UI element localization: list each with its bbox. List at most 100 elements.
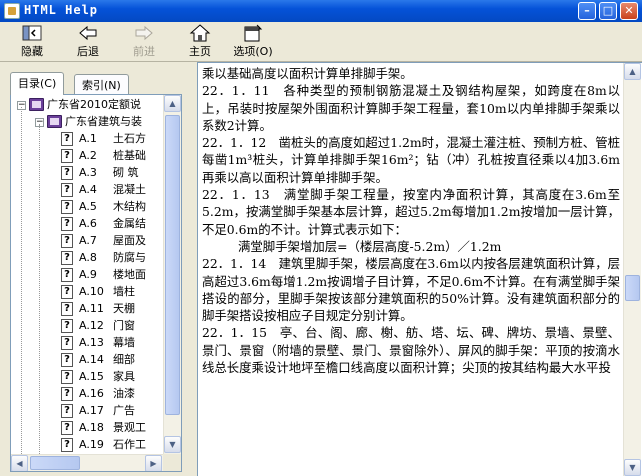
help-window: HTML Help – □ ✕ 隐藏 后退 前进 主页 选项(O) 目录(C) … — [0, 0, 642, 476]
tree-item-name: 砌 筑 — [113, 166, 139, 179]
options-icon — [242, 24, 264, 42]
toolbar: 隐藏 后退 前进 主页 选项(O) — [0, 22, 642, 62]
topic-paragraph: 22．1．13 满堂脚手架工程量，按室内净面积计算，其高度在3.6m至5.2m，… — [202, 187, 620, 237]
home-label: 主页 — [189, 45, 211, 58]
tree-item-name: 木结构 — [113, 200, 146, 213]
tree-item-code: A.17 — [79, 404, 104, 417]
tree-item-code: A.10 — [79, 285, 104, 298]
scroll-left-button[interactable]: ◀ — [11, 455, 28, 471]
tree-item-code: A.13 — [79, 336, 104, 349]
help-page-icon: ? — [61, 268, 73, 282]
topic-paragraph: 乘以基础高度以面积计算单排脚手架。 — [202, 66, 413, 81]
book-icon — [47, 115, 62, 128]
tree-item-name: 土石方 — [113, 132, 146, 145]
hide-pane-icon — [21, 24, 43, 42]
tree-item-code: A.2 — [79, 149, 97, 162]
tree-item-code: A.8 — [79, 251, 97, 264]
content-vertical-scrollbar[interactable]: ▲ ▼ — [623, 63, 641, 476]
content-scroll-thumb[interactable] — [625, 275, 640, 301]
tree-item-name: 细部 — [113, 353, 135, 366]
help-page-icon: ? — [61, 438, 73, 452]
help-page-icon: ? — [61, 285, 73, 299]
tree-item-name: 墙柱 — [113, 285, 135, 298]
hide-button[interactable]: 隐藏 — [12, 24, 52, 60]
maximize-button[interactable]: □ — [599, 2, 617, 20]
book-icon — [29, 98, 44, 111]
tree-item-code: A.16 — [79, 387, 104, 400]
content-scroll-up-button[interactable]: ▲ — [624, 63, 641, 80]
help-page-icon: ? — [61, 370, 73, 384]
tree-item-name: 门窗 — [113, 319, 135, 332]
tree-item-code: A.3 — [79, 166, 97, 179]
tab-index[interactable]: 索引(N) — [74, 74, 129, 94]
tree-guide-line — [21, 107, 22, 454]
help-page-icon: ? — [61, 404, 73, 418]
tree-item-code: A.5 — [79, 200, 97, 213]
tree-guide-line — [39, 124, 40, 454]
tree-item-name: 景观工 — [113, 421, 146, 434]
title-bar[interactable]: HTML Help – □ ✕ — [0, 0, 642, 22]
tree-item-code: A.14 — [79, 353, 104, 366]
options-label: 选项(O) — [233, 45, 273, 58]
help-page-icon: ? — [61, 251, 73, 265]
hide-label: 隐藏 — [21, 45, 43, 58]
tree-item-code: A.9 — [79, 268, 97, 281]
minimize-button[interactable]: – — [578, 2, 596, 20]
tree-horizontal-scrollbar[interactable]: ◀ ▶ — [11, 454, 163, 471]
tree-item-name: 屋面及 — [113, 234, 146, 247]
help-page-icon: ? — [61, 200, 73, 214]
topic-pane: 乘以基础高度以面积计算单排脚手架。 22．1．11 各种类型的预制钢筋混凝土及钢结… — [197, 62, 642, 476]
tree-item-code: A.7 — [79, 234, 97, 247]
tree-item-code: A.15 — [79, 370, 104, 383]
content-scroll-down-button[interactable]: ▼ — [624, 459, 641, 476]
help-page-icon: ? — [61, 166, 73, 180]
scroll-right-button[interactable]: ▶ — [145, 455, 162, 471]
help-page-icon: ? — [61, 234, 73, 248]
tree-item-name: 防腐与 — [113, 251, 146, 264]
window-title: HTML Help — [24, 3, 99, 17]
tree-item-code: A.18 — [79, 421, 104, 434]
help-page-icon: ? — [61, 302, 73, 316]
scroll-up-button[interactable]: ▲ — [164, 95, 181, 112]
back-button[interactable]: 后退 — [68, 24, 108, 60]
help-page-icon: ? — [61, 421, 73, 435]
contents-tree: − 广东省2010定额说 − 广东省建筑与装? A.1 土石方? A.2 桩基础? A.3 砌 筑… — [11, 95, 163, 454]
forward-label: 前进 — [133, 45, 155, 58]
tree-item-name: 广告 — [113, 404, 135, 417]
tree-node-label: 广东省2010定额说 — [47, 98, 141, 111]
help-page-icon: ? — [61, 217, 73, 231]
topic-paragraph: 22．1．11 各种类型的预制钢筋混凝土及钢结构屋架，如跨度在8m以上，吊装时按… — [202, 83, 620, 133]
scroll-thumb[interactable] — [165, 115, 180, 415]
tree-item-code: A.6 — [79, 217, 97, 230]
tree-item-name: 幕墙 — [113, 336, 135, 349]
topic-content: 乘以基础高度以面积计算单排脚手架。 22．1．11 各种类型的预制钢筋混凝土及钢结… — [202, 65, 620, 475]
back-arrow-icon — [77, 24, 99, 42]
help-app-icon — [4, 3, 20, 19]
tree-item-name: 桩基础 — [113, 149, 146, 162]
tree-item-name: 金属结 — [113, 217, 146, 230]
tree-item-name: 石作工 — [113, 438, 146, 451]
options-button[interactable]: 选项(O) — [230, 24, 276, 60]
help-page-icon: ? — [61, 149, 73, 163]
tab-contents[interactable]: 目录(C) — [10, 72, 65, 95]
tree-item-name: 天棚 — [113, 302, 135, 315]
tree-item-name: 楼地面 — [113, 268, 146, 281]
contents-tree-panel: − 广东省2010定额说 − 广东省建筑与装? A.1 土石方? A.2 桩基础? A.3 砌 筑… — [10, 94, 182, 472]
tree-item-code: A.11 — [79, 302, 104, 315]
help-page-icon: ? — [61, 336, 73, 350]
close-button[interactable]: ✕ — [620, 2, 638, 20]
formula-line: 满堂脚手架增加层=（楼层高度-5.2m）／1.2m — [238, 238, 502, 254]
tree-vertical-scrollbar[interactable]: ▲ ▼ — [163, 95, 181, 454]
tree-item-code: A.19 — [79, 438, 104, 451]
horizontal-scroll-thumb[interactable] — [30, 456, 80, 470]
forward-arrow-icon — [133, 24, 155, 42]
help-page-icon: ? — [61, 132, 73, 146]
help-page-icon: ? — [61, 387, 73, 401]
scroll-down-button[interactable]: ▼ — [164, 436, 181, 453]
home-button[interactable]: 主页 — [180, 24, 220, 60]
help-page-icon: ? — [61, 353, 73, 367]
scroll-corner — [163, 454, 181, 471]
topic-paragraph: 22．1．12 凿桩头的高度如超过1.2m时，混凝土灌注桩、预制方桩、管桩每凿1… — [202, 135, 620, 185]
forward-button[interactable]: 前进 — [124, 24, 164, 60]
tree-item-code: A.12 — [79, 319, 104, 332]
